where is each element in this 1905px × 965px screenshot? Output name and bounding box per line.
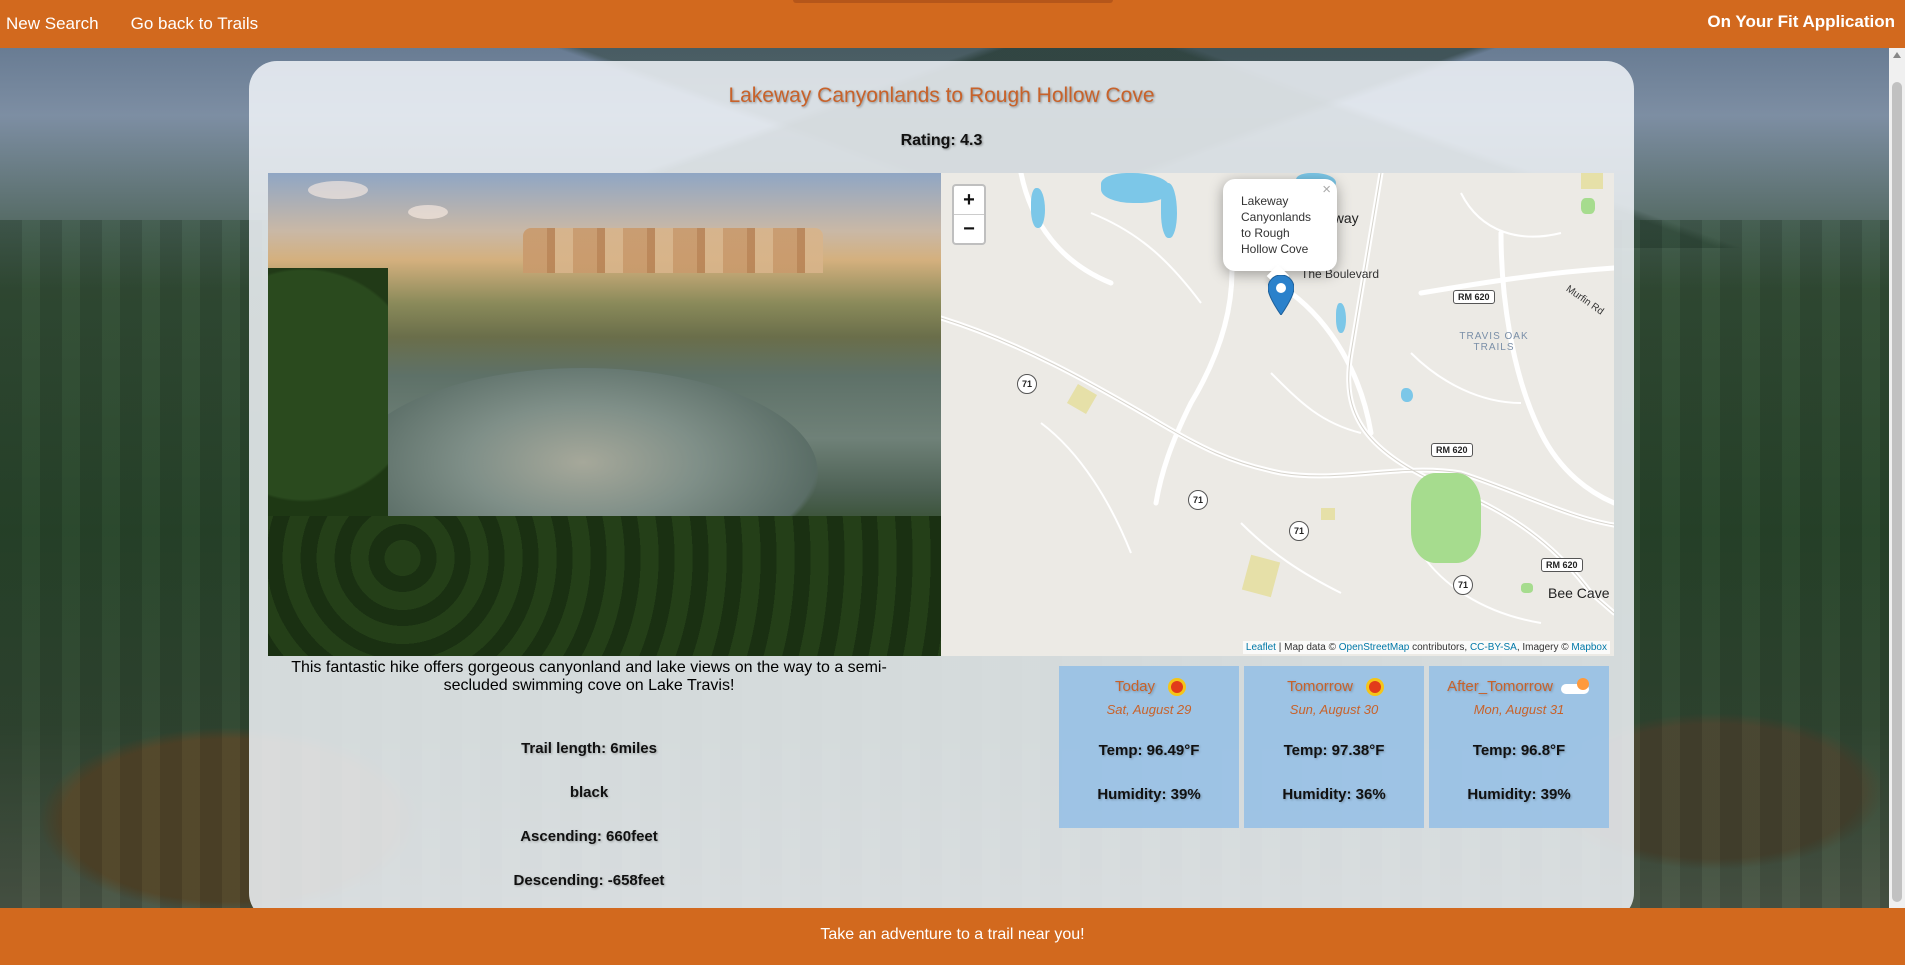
photo-trees-foreground (268, 516, 941, 656)
weather-day: Today (1114, 678, 1156, 695)
map-sand-area (1581, 173, 1603, 189)
zoom-in-button[interactable]: + (954, 186, 984, 215)
weather-temp: Temp: 96.49°F (1098, 742, 1200, 759)
trail-ascending: Ascending: 660feet (520, 828, 658, 845)
trail-descending: Descending: -658feet (513, 872, 665, 889)
weather-day: After_Tomorrow (1447, 678, 1553, 695)
weather-day-row: After_Tomorrow (1429, 678, 1609, 695)
map-attribution: Leaflet | Map data © OpenStreetMap contr… (1242, 641, 1610, 654)
sun-icon (1368, 681, 1381, 694)
map-water (1031, 188, 1045, 228)
highway-shield-rm620: RM 620 (1431, 443, 1473, 457)
weather-day: Tomorrow (1287, 678, 1353, 695)
weather-day-row: Today (1059, 678, 1239, 695)
weather-temp: Temp: 97.38°F (1283, 742, 1385, 759)
map-sand-area (1321, 508, 1335, 520)
footer: Take an adventure to a trail near you! (0, 908, 1905, 965)
new-search-link[interactable]: New Search (6, 14, 99, 34)
weather-card-tomorrow: Tomorrow Sun, August 30 Temp: 97.38°F Hu… (1244, 666, 1424, 828)
attribution-text: , Imagery © (1516, 642, 1572, 653)
map-park (1581, 198, 1595, 214)
trail-summary: This fantastic hike offers gorgeous cany… (291, 659, 887, 694)
photo-cloud (408, 205, 448, 219)
highway-shield-rm620: RM 620 (1453, 290, 1495, 304)
weather-card-after-tomorrow: After_Tomorrow Mon, August 31 Temp: 96.8… (1429, 666, 1609, 828)
trail-summary-wrap: This fantastic hike offers gorgeous cany… (268, 659, 910, 695)
photo-hilltop-buildings (523, 228, 823, 273)
trail-length: Trail length: 6miles (521, 740, 657, 757)
weather-day-row: Tomorrow (1244, 678, 1424, 695)
partly-cloudy-icon (1560, 678, 1591, 695)
map-marker-pin-icon[interactable] (1267, 274, 1295, 320)
trail-photo (268, 173, 941, 656)
trail-map[interactable]: away The Boulevard Murfin Rd TRAVIS OAK … (941, 173, 1614, 656)
footer-tagline: Take an adventure to a trail near you! (820, 926, 1085, 943)
app-brand: On Your Fit Application (1707, 12, 1895, 31)
sun-icon (1171, 681, 1184, 694)
map-popup: × Lakeway Canyonlands to Rough Hollow Co… (1223, 179, 1337, 288)
back-to-trails-link[interactable]: Go back to Trails (131, 14, 259, 34)
trail-title: Lakeway Canyonlands to Rough Hollow Cove (728, 84, 1155, 107)
weather-temp: Temp: 96.8°F (1472, 742, 1566, 759)
map-zoom-control: + − (952, 184, 986, 245)
map-park (1411, 473, 1481, 563)
top-nav: New Search Go back to Trails On Your Fit… (0, 0, 1905, 48)
photo-cloud (308, 181, 368, 199)
trail-difficulty: black (569, 784, 609, 801)
map-water (1401, 388, 1413, 402)
mapbox-link[interactable]: Mapbox (1571, 642, 1607, 653)
map-label-bee-cave: Bee Cave (1548, 585, 1610, 601)
map-water (1336, 303, 1346, 333)
attribution-text: | Map data © (1275, 642, 1339, 653)
weather-humidity: Humidity: 39% (1467, 786, 1571, 803)
scroll-up-arrow-icon[interactable] (1893, 52, 1901, 58)
weather-date: Sun, August 30 (1289, 702, 1379, 717)
weather-date: Sat, August 29 (1106, 702, 1192, 717)
highway-shield-71: 71 (1017, 374, 1037, 394)
leaflet-link[interactable]: Leaflet (1246, 642, 1276, 653)
trail-detail-card: Lakeway Canyonlands to Rough Hollow Cove… (249, 61, 1634, 921)
weather-humidity: Humidity: 36% (1282, 786, 1386, 803)
nav-tab-indicator (793, 0, 1113, 3)
weather-date: Mon, August 31 (1473, 702, 1565, 717)
cc-by-sa-link[interactable]: CC-BY-SA (1470, 642, 1517, 653)
map-park (1521, 583, 1533, 593)
popup-trail-name: Lakeway Canyonlands to Rough Hollow Cove (1241, 194, 1312, 256)
map-label-travis-oak-trails: TRAVIS OAK TRAILS (1459, 331, 1529, 353)
popup-close-button[interactable]: × (1322, 181, 1331, 198)
highway-shield-71: 71 (1188, 490, 1208, 510)
highway-shield-71: 71 (1453, 575, 1473, 595)
highway-shield-rm620: RM 620 (1541, 558, 1583, 572)
osm-link[interactable]: OpenStreetMap (1339, 642, 1410, 653)
zoom-out-button[interactable]: − (954, 215, 984, 243)
weather-humidity: Humidity: 39% (1097, 786, 1201, 803)
scrollbar-thumb[interactable] (1892, 82, 1902, 902)
trail-rating: Rating: 4.3 (900, 132, 983, 149)
page-scrollbar[interactable] (1889, 48, 1905, 908)
highway-shield-71: 71 (1289, 521, 1309, 541)
attribution-text: contributors, (1409, 642, 1470, 653)
weather-card-today: Today Sat, August 29 Temp: 96.49°F Humid… (1059, 666, 1239, 828)
